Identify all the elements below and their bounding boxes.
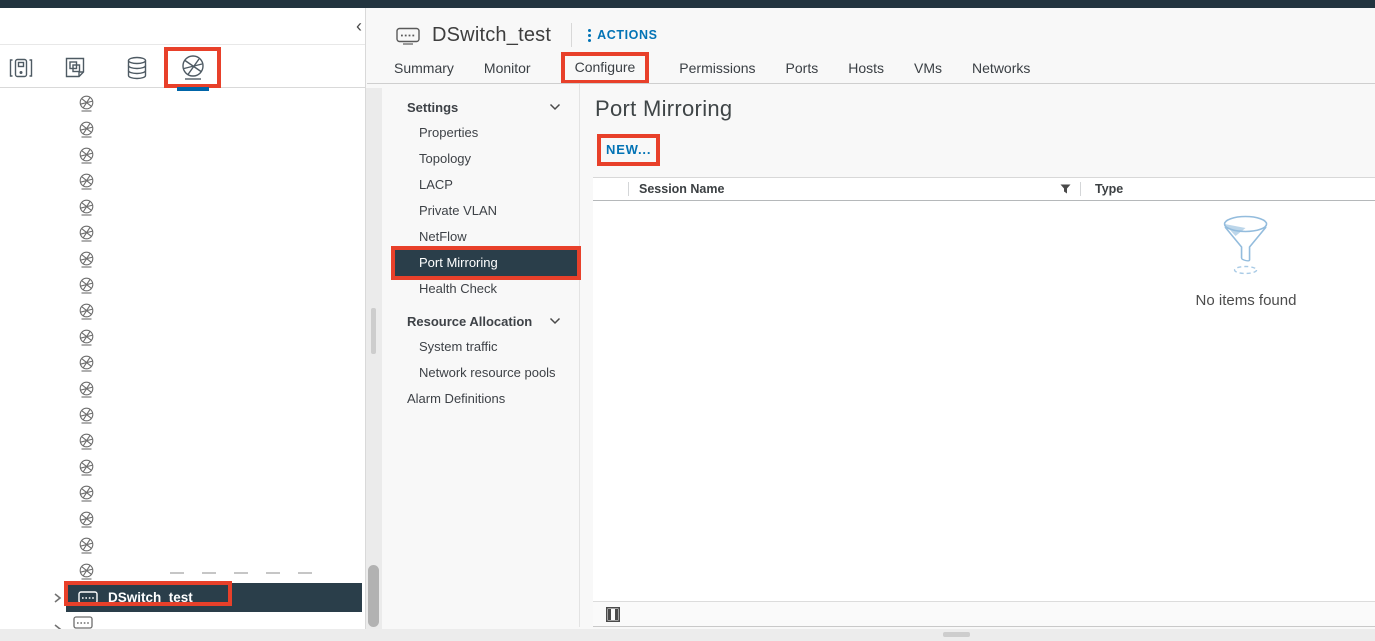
sessions-grid: Session Name Type No items found [593,177,1375,627]
tab-permissions[interactable]: Permissions [679,60,755,76]
empty-state: No items found [1196,214,1297,309]
annotation-box-new: NEW... [597,134,660,166]
nav-item-lacp[interactable]: LACP [382,172,579,198]
portgroup-tree-list [78,95,98,581]
horizontal-scrollbar-track [0,629,1375,641]
column-divider [628,182,629,196]
tab-summary[interactable]: Summary [394,60,454,76]
portgroup-globe-icon[interactable] [78,173,98,191]
portgroup-globe-icon[interactable] [78,355,98,373]
portgroup-globe-icon[interactable] [78,329,98,347]
header-divider [571,23,572,47]
portgroup-globe-icon[interactable] [78,95,98,113]
collapse-panel-icon[interactable]: ‹ [350,14,368,38]
actions-menu-icon [588,29,591,42]
portgroup-globe-icon[interactable] [78,147,98,165]
dswitch-title-icon [396,26,420,45]
storage-icon[interactable] [122,53,152,83]
nav-item-health-check[interactable]: Health Check [382,276,579,302]
nav-item-network-resource-pools[interactable]: Network resource pools [382,360,579,386]
annotation-box-configure: Configure [561,52,650,84]
grid-footer [593,601,1375,627]
column-divider [1080,182,1081,196]
portgroup-globe-icon[interactable] [78,511,98,529]
column-header-session-name[interactable]: Session Name [639,182,1054,196]
configure-nav-panel: Settings Properties Topology LACP Privat… [382,84,580,627]
nav-item-topology[interactable]: Topology [382,146,579,172]
filter-funnel-icon[interactable] [1054,184,1076,194]
dswitch-icon [78,590,98,606]
active-inventory-tab-underline [177,87,209,91]
networking-icon[interactable] [164,47,221,88]
tab-monitor[interactable]: Monitor [484,60,531,76]
portgroup-globe-icon[interactable] [78,121,98,139]
expand-arrow-icon[interactable] [52,591,62,603]
tab-vms[interactable]: VMs [914,60,942,76]
main-region: DSwitch_test ACTIONS Summary Monitor Con… [367,8,1375,641]
chevron-down-icon [549,103,561,111]
column-header-type[interactable]: Type [1095,182,1375,196]
column-settings-icon[interactable] [606,607,620,622]
navigator-toolbar-row: ‹ [0,8,365,45]
horizontal-scrollbar-thumb[interactable] [943,632,970,637]
page-object-title: DSwitch_test [432,24,551,47]
page-title: Port Mirroring [595,96,732,122]
hosts-and-clusters-icon[interactable] [6,53,36,83]
portgroup-globe-icon[interactable] [78,303,98,321]
portgroup-globe-icon[interactable] [78,433,98,451]
object-tabstrip: Summary Monitor Configure Permissions Po… [394,52,1375,84]
tab-networks[interactable]: Networks [972,60,1030,76]
new-session-button[interactable]: NEW... [606,142,651,157]
nav-item-properties[interactable]: Properties [382,120,579,146]
portgroup-globe-icon[interactable] [78,459,98,477]
empty-funnel-icon [1220,214,1272,276]
tab-hosts[interactable]: Hosts [848,60,884,76]
grid-selection-column [593,178,628,200]
chevron-down-icon [549,317,561,325]
portgroup-globe-icon[interactable] [78,407,98,425]
truncated-label-artifacts [170,572,312,574]
nav-section-resource-allocation[interactable]: Resource Allocation [382,308,579,334]
inventory-tabs-row [0,45,365,88]
portgroup-globe-icon[interactable] [78,251,98,269]
nav-item-port-mirroring[interactable]: Port Mirroring [395,250,577,276]
tab-ports[interactable]: Ports [786,60,819,76]
tree-item-label: DSwitch_test [108,590,193,605]
nav-item-alarm-definitions[interactable]: Alarm Definitions [382,386,579,412]
panel-splitter-gutter [366,88,382,641]
object-navigator-panel: ‹ [0,8,366,641]
splitter-drag-handle[interactable] [371,308,376,354]
portgroup-globe-icon[interactable] [78,485,98,503]
top-window-bar [0,0,1375,8]
portgroup-globe-icon[interactable] [78,225,98,243]
portgroup-globe-icon[interactable] [78,199,98,217]
portgroup-globe-icon[interactable] [78,277,98,295]
vertical-scrollbar-thumb[interactable] [368,565,379,627]
portgroup-globe-icon[interactable] [78,563,98,581]
nav-item-netflow[interactable]: NetFlow [382,224,579,250]
tab-configure[interactable]: Configure [575,59,636,75]
nav-item-system-traffic[interactable]: System traffic [382,334,579,360]
vms-and-templates-icon[interactable] [60,53,90,83]
empty-message: No items found [1196,292,1297,309]
nav-section-settings[interactable]: Settings [382,94,579,120]
actions-button[interactable]: ACTIONS [588,28,657,42]
nav-item-private-vlan[interactable]: Private VLAN [382,198,579,224]
tree-item-dswitch-test[interactable]: DSwitch_test [66,583,362,612]
object-header: DSwitch_test ACTIONS [396,18,658,52]
grid-header-row: Session Name Type [593,178,1375,201]
portgroup-globe-icon[interactable] [78,537,98,555]
portgroup-globe-icon[interactable] [78,381,98,399]
